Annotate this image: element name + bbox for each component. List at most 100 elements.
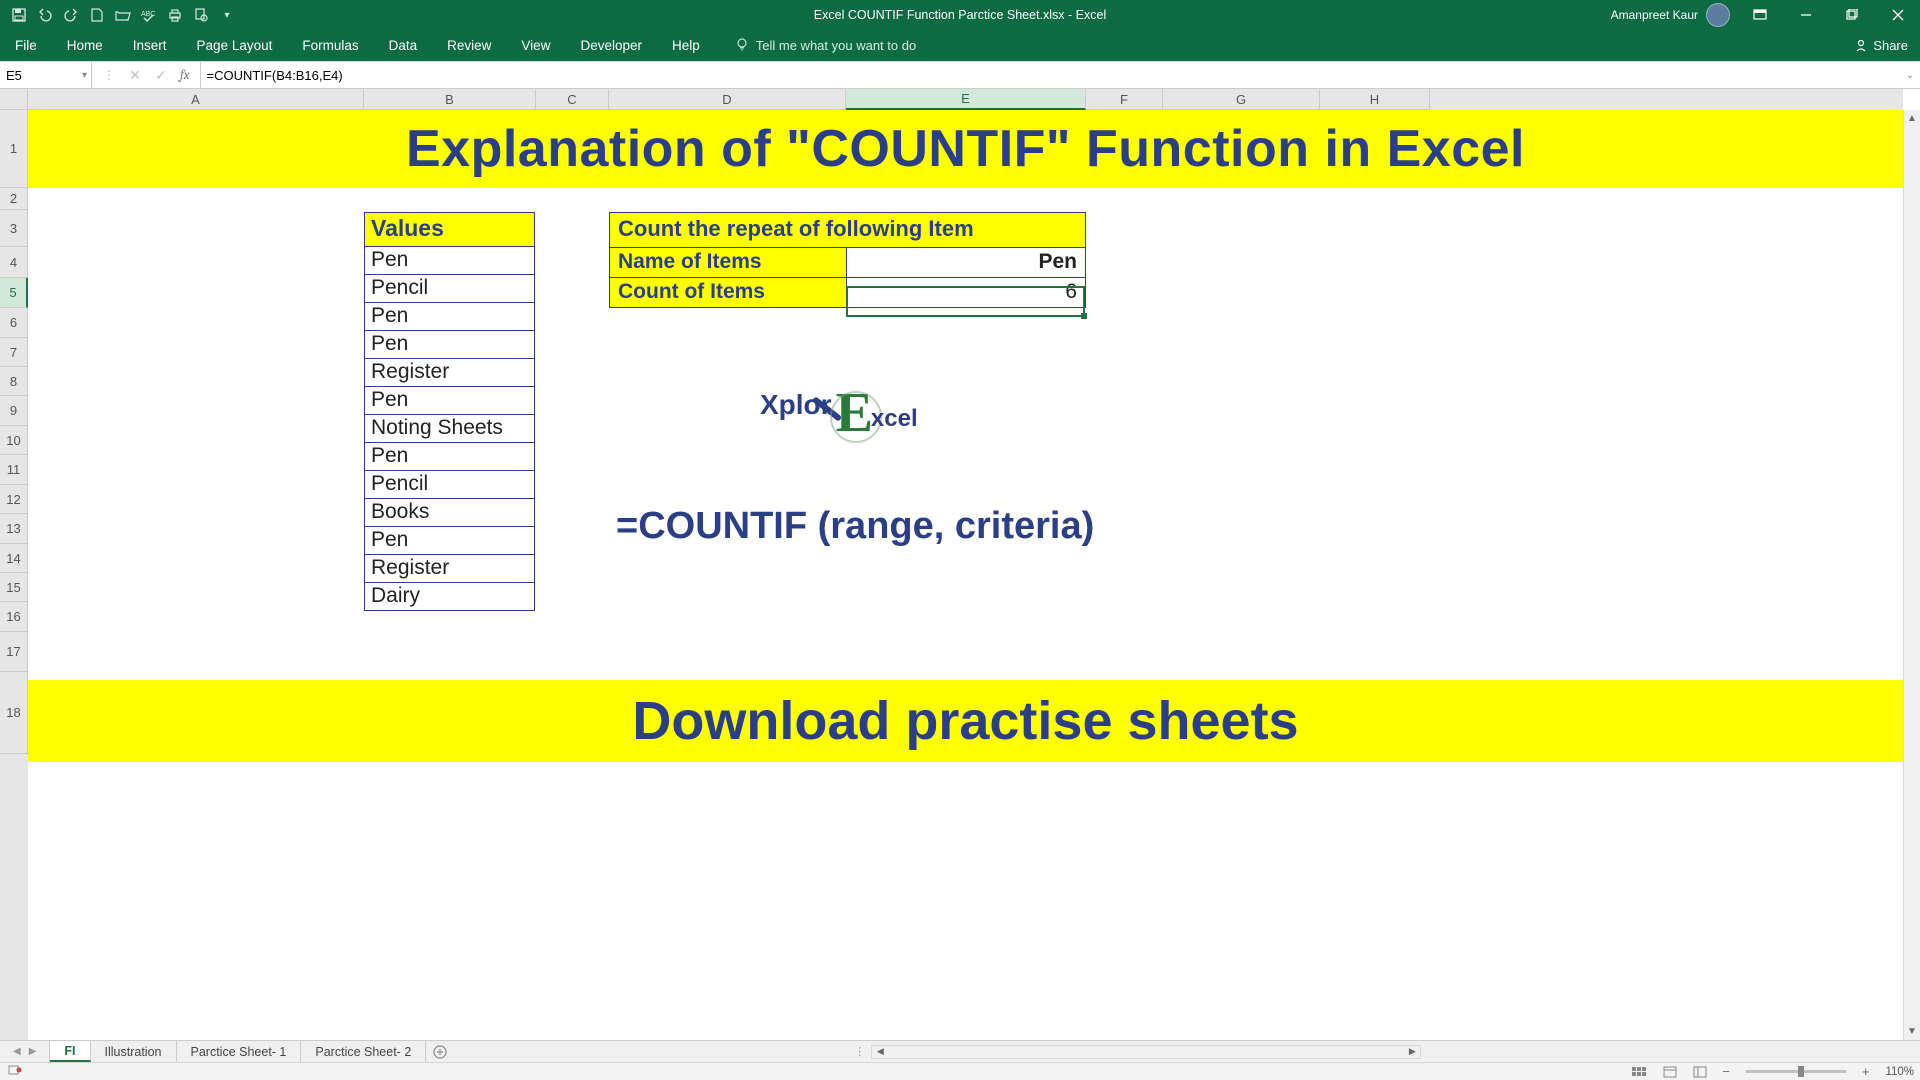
- undo-icon[interactable]: [36, 6, 54, 24]
- row-header-11[interactable]: 11: [0, 455, 28, 485]
- tell-me-search[interactable]: Tell me what you want to do: [715, 37, 916, 54]
- new-file-icon[interactable]: [88, 6, 106, 24]
- redo-icon[interactable]: [62, 6, 80, 24]
- column-header-F[interactable]: F: [1086, 89, 1163, 110]
- sheet-nav-next-icon[interactable]: ▶: [26, 1046, 40, 1057]
- column-header-B[interactable]: B: [364, 89, 536, 110]
- row-header-18[interactable]: 18: [0, 672, 28, 754]
- select-all-corner[interactable]: [0, 89, 28, 110]
- ribbon-tab-data[interactable]: Data: [374, 30, 433, 61]
- ribbon-tab-review[interactable]: Review: [432, 30, 506, 61]
- row-header-6[interactable]: 6: [0, 308, 28, 338]
- sheet-content[interactable]: Explanation of "COUNTIF" Function in Exc…: [28, 110, 1903, 1040]
- logo-big-e: E: [836, 381, 873, 445]
- user-info[interactable]: Amanpreet Kaur: [1611, 3, 1730, 27]
- scroll-up-icon[interactable]: ▲: [1904, 110, 1920, 127]
- column-header-H[interactable]: H: [1320, 89, 1430, 110]
- row-header-17[interactable]: 17: [0, 632, 28, 672]
- normal-view-icon[interactable]: [1628, 1064, 1652, 1080]
- ribbon-tab-file[interactable]: File: [0, 30, 52, 61]
- zoom-slider[interactable]: [1746, 1070, 1846, 1073]
- print-preview-icon[interactable]: [192, 6, 210, 24]
- column-header-A[interactable]: A: [28, 89, 364, 110]
- ribbon-tab-formulas[interactable]: Formulas: [287, 30, 373, 61]
- row-header-4[interactable]: 4: [0, 247, 28, 278]
- row-header-8[interactable]: 8: [0, 367, 28, 396]
- ribbon-tab-help[interactable]: Help: [657, 30, 715, 61]
- sheet-nav-prev-icon[interactable]: ◀: [10, 1046, 24, 1057]
- name-box[interactable]: E5 ▾: [0, 62, 92, 88]
- minimize-button[interactable]: [1784, 0, 1828, 30]
- row-header-13[interactable]: 13: [0, 514, 28, 544]
- row-header-16[interactable]: 16: [0, 602, 28, 632]
- tab-split-icon[interactable]: ⋮: [854, 1045, 865, 1058]
- name-box-dropdown-icon[interactable]: ▾: [82, 70, 87, 81]
- row-header-1[interactable]: 1: [0, 110, 28, 188]
- maximize-button[interactable]: [1830, 0, 1874, 30]
- ribbon-tab-view[interactable]: View: [506, 30, 565, 61]
- open-icon[interactable]: [114, 6, 132, 24]
- xplorexcel-logo: Xplor E xcel: [760, 370, 965, 440]
- quick-access-toolbar: ABC ▾: [0, 6, 246, 24]
- ribbon-tab-developer[interactable]: Developer: [565, 30, 657, 61]
- record-macro-icon[interactable]: [8, 1064, 22, 1079]
- fx-icon[interactable]: fx: [174, 68, 196, 83]
- add-sheet-button[interactable]: [426, 1041, 454, 1062]
- zoom-in-button[interactable]: +: [1858, 1064, 1874, 1079]
- cancel-formula-icon[interactable]: ✕: [122, 62, 148, 88]
- ribbon-display-icon[interactable]: [1738, 0, 1782, 30]
- share-button[interactable]: Share: [1854, 38, 1908, 53]
- worksheet-area: ABCDEFGH 123456789101112131415161718 Exp…: [0, 89, 1920, 1040]
- page-title: Explanation of "COUNTIF" Function in Exc…: [28, 110, 1903, 188]
- column-header-C[interactable]: C: [536, 89, 609, 110]
- row-header-12[interactable]: 12: [0, 485, 28, 514]
- formula-bar: E5 ▾ ⋮ ✕ ✓ fx =COUNTIF(B4:B16,E4) ⌄: [0, 61, 1920, 89]
- column-header-G[interactable]: G: [1163, 89, 1320, 110]
- title-bar: ABC ▾ Excel COUNTIF Function Parctice Sh…: [0, 0, 1920, 30]
- ribbon-tab-insert[interactable]: Insert: [118, 30, 182, 61]
- sheet-tab-parctice-sheet--1[interactable]: Parctice Sheet- 1: [177, 1041, 302, 1062]
- ribbon-tab-page-layout[interactable]: Page Layout: [182, 30, 288, 61]
- quick-print-icon[interactable]: [166, 6, 184, 24]
- row-header-9[interactable]: 9: [0, 396, 28, 426]
- name-box-options-icon[interactable]: ⋮: [96, 62, 122, 88]
- values-cell: Pen: [365, 247, 534, 275]
- row-header-2[interactable]: 2: [0, 188, 28, 210]
- row-header-15[interactable]: 15: [0, 573, 28, 602]
- enter-formula-icon[interactable]: ✓: [148, 62, 174, 88]
- formula-text: =COUNTIF(B4:B16,E4): [207, 68, 343, 83]
- zoom-level[interactable]: 110%: [1879, 1066, 1914, 1078]
- vertical-scrollbar[interactable]: ▲ ▼: [1903, 110, 1920, 1040]
- hscroll-right-icon[interactable]: ▶: [1404, 1046, 1420, 1058]
- row-header-5[interactable]: 5: [0, 278, 28, 308]
- values-cell: Register: [365, 359, 534, 387]
- close-button[interactable]: [1876, 0, 1920, 30]
- values-cell: Pencil: [365, 275, 534, 303]
- user-name: Amanpreet Kaur: [1611, 8, 1698, 22]
- page-layout-view-icon[interactable]: [1658, 1064, 1682, 1080]
- qat-customize-icon[interactable]: ▾: [218, 6, 236, 24]
- save-icon[interactable]: [10, 6, 28, 24]
- share-icon: [1854, 39, 1868, 53]
- row-header-14[interactable]: 14: [0, 544, 28, 573]
- expand-formula-bar-icon[interactable]: ⌄: [1900, 70, 1920, 81]
- column-header-E[interactable]: E: [846, 89, 1086, 110]
- plus-circle-icon: [432, 1044, 448, 1060]
- name-box-value: E5: [6, 68, 22, 83]
- sheet-tab-illustration[interactable]: Illustration: [91, 1041, 177, 1062]
- column-header-D[interactable]: D: [609, 89, 846, 110]
- sheet-tab-parctice-sheet--2[interactable]: Parctice Sheet- 2: [301, 1041, 426, 1062]
- horizontal-scrollbar[interactable]: ◀ ▶: [871, 1045, 1421, 1059]
- hscroll-left-icon[interactable]: ◀: [872, 1046, 888, 1058]
- row-header-7[interactable]: 7: [0, 338, 28, 367]
- row-header-3[interactable]: 3: [0, 210, 28, 247]
- scroll-down-icon[interactable]: ▼: [1904, 1023, 1920, 1040]
- ribbon-tab-home[interactable]: Home: [52, 30, 118, 61]
- fill-handle[interactable]: [1081, 313, 1087, 319]
- spellcheck-icon[interactable]: ABC: [140, 6, 158, 24]
- page-break-view-icon[interactable]: [1688, 1064, 1712, 1080]
- zoom-out-button[interactable]: −: [1718, 1064, 1734, 1079]
- row-header-10[interactable]: 10: [0, 426, 28, 455]
- formula-input[interactable]: =COUNTIF(B4:B16,E4): [201, 62, 1901, 88]
- sheet-tab-fi[interactable]: FI: [50, 1041, 90, 1062]
